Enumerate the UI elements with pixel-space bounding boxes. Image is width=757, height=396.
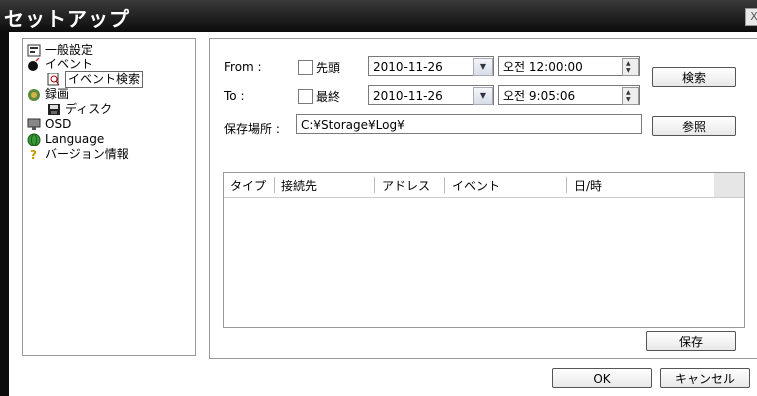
setup-dialog: セットアップ X 一般設定 イベント イベント検索 録画 ディスク OSD La… [0, 0, 757, 396]
first-checkbox-label: 先頭 [316, 61, 341, 75]
to-time-field[interactable]: 오전 9:05:06 [498, 85, 640, 105]
from-time-field[interactable]: 오전 12:00:00 [498, 56, 640, 76]
first-checkbox[interactable] [298, 60, 313, 75]
column-header-type[interactable]: タイプ [230, 177, 266, 194]
to-time-value: 오전 9:05:06 [503, 89, 576, 103]
tree-item-version[interactable]: ? バージョン情報 [27, 147, 129, 162]
search-doc-icon [47, 72, 61, 86]
tree-label-selected: イベント検索 [65, 71, 144, 88]
column-header-event[interactable]: イベント [452, 177, 500, 194]
location-value: C:¥Storage¥Log¥ [301, 118, 405, 132]
column-divider [444, 177, 445, 193]
window-frame-left [0, 32, 9, 396]
close-button[interactable]: X [745, 8, 757, 26]
tree-item-general[interactable]: 一般設定 [27, 43, 93, 58]
browse-button[interactable]: 参照 [652, 116, 736, 136]
column-header-address[interactable]: アドレス [382, 177, 430, 194]
event-table[interactable]: タイプ 接続先 アドレス イベント 日/時 [223, 172, 745, 328]
tree-item-disk[interactable]: ディスク [47, 102, 112, 117]
column-header-filler [714, 173, 744, 197]
location-input[interactable]: C:¥Storage¥Log¥ [296, 114, 642, 134]
ok-button[interactable]: OK [552, 368, 652, 388]
from-date-value: 2010-11-26 [373, 60, 443, 74]
from-time-spinner[interactable]: ▲ ▼ [622, 58, 639, 76]
tree-item-osd[interactable]: OSD [27, 117, 71, 132]
tree-item-event-search[interactable]: イベント検索 [47, 71, 144, 88]
settings-tree: 一般設定 イベント イベント検索 録画 ディスク OSD Language ? … [22, 38, 196, 356]
save-button[interactable]: 保存 [646, 331, 736, 351]
column-divider [566, 177, 567, 193]
svg-text:?: ? [30, 148, 37, 161]
last-checkbox[interactable] [298, 89, 313, 104]
column-divider [274, 177, 275, 193]
tree-label: OSD [45, 117, 72, 131]
to-time-spinner[interactable]: ▲ ▼ [622, 87, 639, 105]
from-time-value: 오전 12:00:00 [503, 60, 583, 74]
chevron-down-icon[interactable]: ▼ [473, 87, 493, 105]
osd-icon [27, 118, 41, 131]
column-header-datetime[interactable]: 日/時 [574, 177, 602, 194]
to-label: To : [224, 89, 245, 103]
window-title: セットアップ [4, 7, 130, 31]
column-divider [374, 177, 375, 193]
question-icon: ? [27, 148, 41, 162]
from-label: From : [224, 60, 262, 74]
chevron-down-icon[interactable]: ▼ [473, 58, 493, 76]
last-checkbox-label: 最終 [316, 90, 341, 104]
tree-item-recording[interactable]: 録画 [27, 87, 69, 102]
settings-icon [27, 44, 41, 57]
table-header: タイプ 接続先 アドレス イベント 日/時 [224, 173, 744, 198]
disk-icon [47, 103, 61, 116]
search-button[interactable]: 検索 [652, 67, 736, 87]
tree-label: バージョン情報 [45, 147, 129, 161]
title-bar: セットアップ X [0, 0, 757, 32]
recording-icon [27, 88, 41, 101]
tree-label: 録画 [45, 87, 70, 101]
globe-icon [27, 133, 41, 147]
cancel-button[interactable]: キャンセル [660, 368, 750, 388]
column-header-destination[interactable]: 接続先 [281, 177, 317, 194]
tree-label: 一般設定 [45, 43, 94, 57]
tree-item-language[interactable]: Language [27, 132, 104, 147]
tree-label: Language [45, 132, 105, 146]
tree-item-event[interactable]: イベント [27, 57, 93, 72]
tree-label: イベント [45, 57, 94, 71]
tree-label: ディスク [65, 102, 113, 116]
to-date-value: 2010-11-26 [373, 89, 443, 103]
bomb-icon [27, 57, 41, 71]
location-label: 保存場所 : [224, 122, 280, 136]
